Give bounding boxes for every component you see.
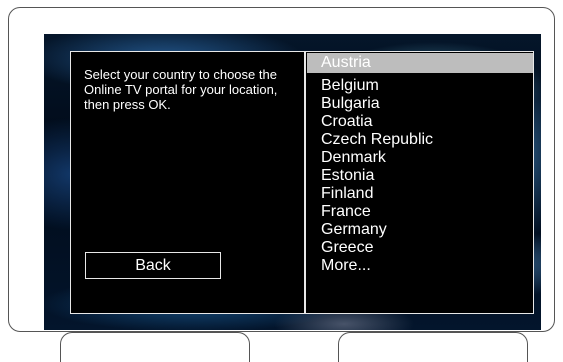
country-item-austria[interactable]: Austria	[307, 53, 533, 73]
country-item-estonia[interactable]: Estonia	[307, 167, 533, 185]
country-item-bulgaria[interactable]: Bulgaria	[307, 95, 533, 113]
country-item-france[interactable]: France	[307, 203, 533, 221]
country-item-czech-republic[interactable]: Czech Republic	[307, 131, 533, 149]
country-item-croatia[interactable]: Croatia	[307, 113, 533, 131]
tv-screen: Select your country to choose the Online…	[44, 34, 541, 330]
frame-bottom-left-tab	[60, 332, 250, 362]
country-item-finland[interactable]: Finland	[307, 185, 533, 203]
more-countries-item[interactable]: More...	[307, 257, 533, 275]
country-item-belgium[interactable]: Belgium	[307, 77, 533, 95]
country-item-greece[interactable]: Greece	[307, 239, 533, 257]
country-selection-dialog: Select your country to choose the Online…	[70, 51, 534, 314]
instruction-text: Select your country to choose the Online…	[84, 67, 278, 112]
tv-frame: Select your country to choose the Online…	[8, 7, 555, 332]
country-item-germany[interactable]: Germany	[307, 221, 533, 239]
country-list: Austria Belgium Bulgaria Croatia Czech R…	[307, 53, 533, 275]
panel-divider	[304, 52, 306, 313]
country-item-denmark[interactable]: Denmark	[307, 149, 533, 167]
frame-bottom-right-tab	[338, 332, 528, 362]
back-button[interactable]: Back	[85, 252, 221, 279]
